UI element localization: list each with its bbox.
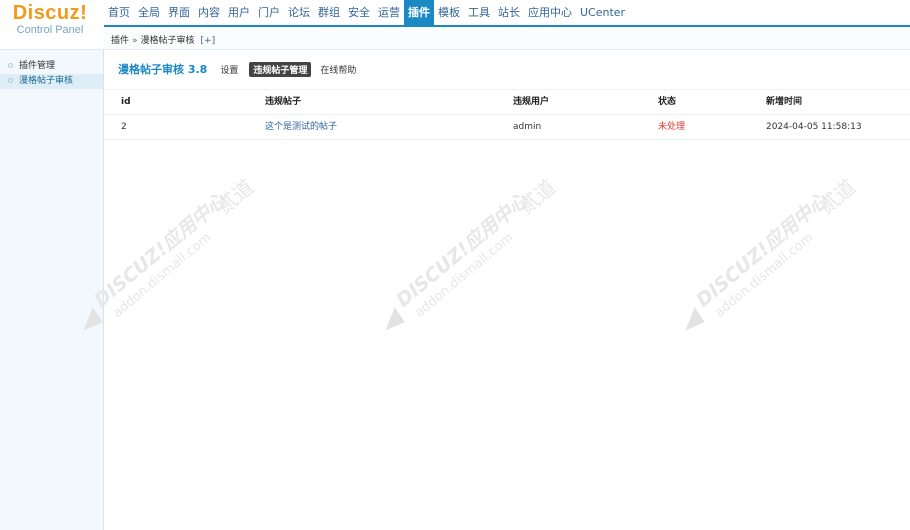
col-id-header: id <box>121 97 131 107</box>
row-post-link[interactable]: 这个是测试的帖子 <box>265 115 337 139</box>
sidebar: 插件管理 漫格帖子审核 <box>0 50 104 530</box>
breadcrumb-current: 漫格帖子审核 <box>140 36 195 46</box>
table-header: id 违规帖子 违规用户 状态 新增时间 <box>104 89 910 115</box>
tab-online-help[interactable]: 在线帮助 <box>317 62 359 77</box>
nav-ucenter[interactable]: UCenter <box>576 0 629 26</box>
table-row: 2 这个是测试的帖子 admin 未处理 2024-04-05 11:58:13 <box>104 115 910 140</box>
sidebar-item-label: 漫格帖子审核 <box>19 76 74 86</box>
col-status-header: 状态 <box>658 97 677 107</box>
breadcrumb-root[interactable]: 插件 <box>111 36 129 46</box>
plugin-titlebar: 漫格帖子审核 3.8 设置 违规帖子管理 在线帮助 <box>118 61 359 77</box>
col-post-header: 违规帖子 <box>265 97 302 107</box>
nav-security[interactable]: 安全 <box>344 0 374 26</box>
breadcrumb-bar: 插件» 漫格帖子审核 [+] <box>104 27 910 50</box>
col-time-header: 新增时间 <box>766 97 803 107</box>
nav-groups[interactable]: 群组 <box>314 0 344 26</box>
row-id: 2 <box>121 122 127 132</box>
breadcrumb: 插件» 漫格帖子审核 [+] <box>111 33 215 46</box>
nav-templates[interactable]: 模板 <box>434 0 464 26</box>
nav-interface[interactable]: 界面 <box>164 0 194 26</box>
tab-settings[interactable]: 设置 <box>217 62 241 77</box>
row-user: admin <box>513 122 542 132</box>
row-status: 未处理 <box>658 122 686 132</box>
nav-portal[interactable]: 门户 <box>254 0 284 26</box>
logo-subtitle: Control Panel <box>16 24 84 36</box>
row-time: 2024-04-05 11:58:13 <box>766 122 862 132</box>
logo-text: Discuz! <box>12 2 88 24</box>
nav-app-center[interactable]: 应用中心 <box>524 0 576 26</box>
discuz-logo[interactable]: Discuz! Control Panel <box>0 0 100 48</box>
sidebar-item-plugin-manage[interactable]: 插件管理 <box>0 59 103 74</box>
nav-founder[interactable]: 站长 <box>494 0 524 26</box>
tab-violation-posts[interactable]: 违规帖子管理 <box>249 61 312 77</box>
col-user-header: 违规用户 <box>513 97 550 107</box>
main-content: 漫格帖子审核 3.8 设置 违规帖子管理 在线帮助 id 违规帖子 违规用户 状态 新… <box>104 50 910 530</box>
nav-global[interactable]: 全局 <box>134 0 164 26</box>
sidebar-item-label: 插件管理 <box>19 61 56 71</box>
nav-operations[interactable]: 运营 <box>374 0 404 26</box>
header: Discuz! Control Panel 首页 全局 界面 内容 用户 门户 … <box>0 0 910 50</box>
bullet-icon <box>8 78 13 83</box>
nav-plugins[interactable]: 插件 <box>404 0 434 28</box>
nav-forum[interactable]: 论坛 <box>284 0 314 26</box>
nav-content[interactable]: 内容 <box>194 0 224 26</box>
bullet-icon <box>8 63 13 68</box>
top-navigation: 首页 全局 界面 内容 用户 门户 论坛 群组 安全 运营 插件 模板 工具 站… <box>104 0 910 28</box>
page-title: 漫格帖子审核 3.8 <box>118 63 208 76</box>
nav-tools[interactable]: 工具 <box>464 0 494 26</box>
breadcrumb-separator: » <box>132 36 138 46</box>
nav-home[interactable]: 首页 <box>104 0 134 26</box>
violations-table: id 违规帖子 违规用户 状态 新增时间 2 这个是测试的帖子 admin 未处… <box>104 89 910 140</box>
sidebar-item-post-review[interactable]: 漫格帖子审核 <box>0 74 103 89</box>
add-shortcut-button[interactable]: [+] <box>201 36 216 46</box>
nav-users[interactable]: 用户 <box>224 0 254 26</box>
